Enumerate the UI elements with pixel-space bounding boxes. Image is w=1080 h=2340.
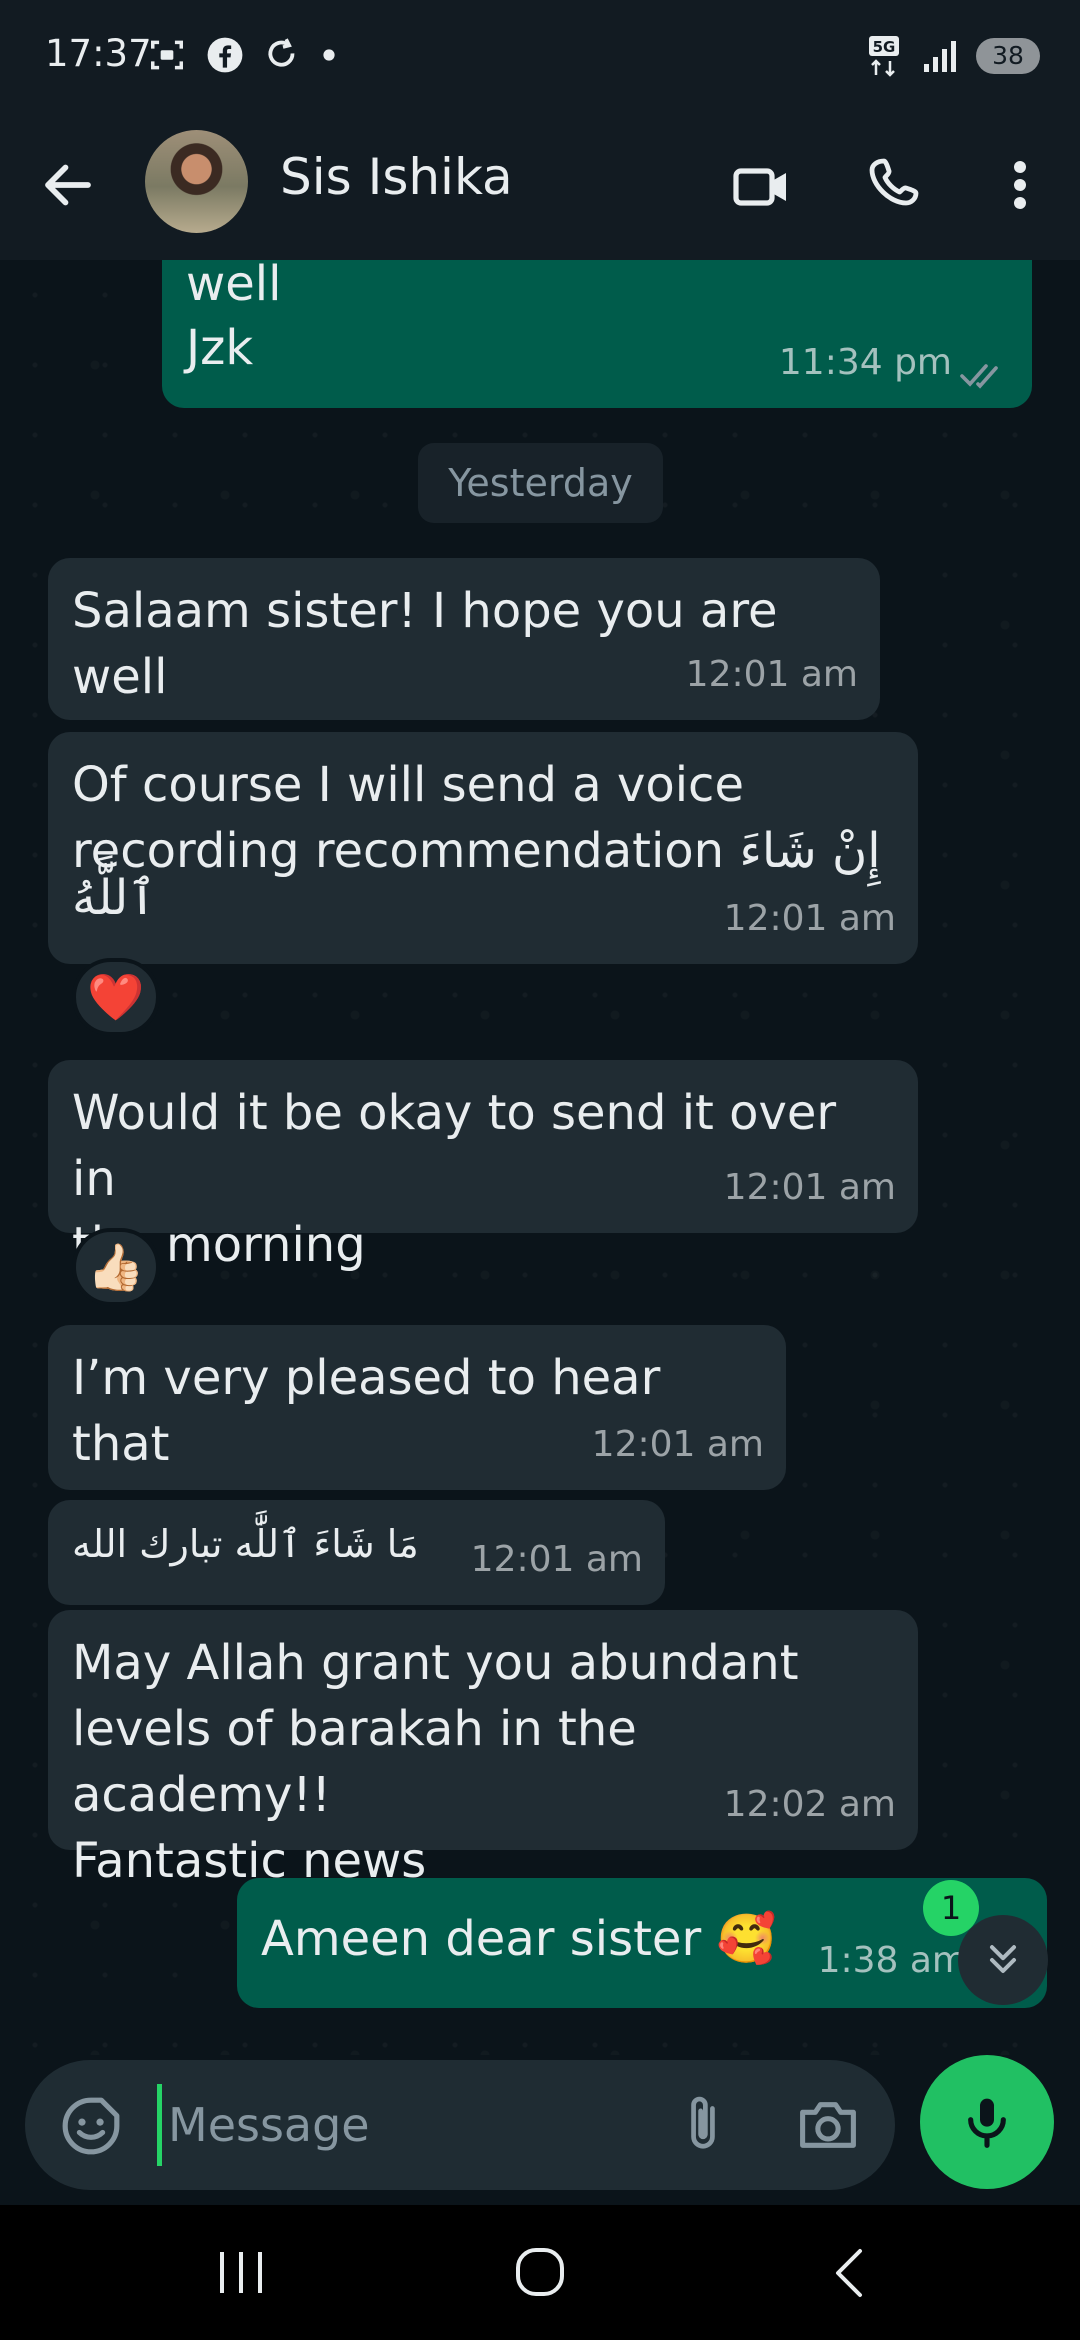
battery-indicator: 38: [976, 38, 1040, 74]
phone-icon: [869, 158, 919, 206]
double-check-icon: [960, 362, 1008, 390]
facebook-icon: [206, 36, 244, 74]
sync-icon: [264, 36, 302, 74]
date-divider: Yesterday: [418, 443, 663, 523]
more-vertical-icon: [1014, 161, 1026, 209]
message-input[interactable]: [157, 2084, 657, 2166]
double-chevron-down-icon: [989, 1945, 1017, 1974]
scroll-to-bottom-button[interactable]: [958, 1915, 1048, 2005]
signal-icon: [922, 38, 962, 74]
message-bubble-outgoing[interactable]: well Jzk 11:34 pm: [162, 260, 1032, 408]
recent-apps-icon: [220, 2252, 262, 2293]
contact-name[interactable]: Sis Ishika: [280, 148, 513, 206]
message-bubble-incoming[interactable]: Salaam sister! I hope you are well 12:01…: [48, 558, 880, 720]
video-call-icon: [733, 168, 786, 206]
chevron-left-icon: [836, 2249, 862, 2297]
message-time: 1:38 am: [817, 1940, 967, 1981]
voice-call-button[interactable]: [866, 153, 930, 217]
paperclip-icon: [691, 2096, 715, 2149]
message-time: 11:34 pm: [778, 342, 952, 383]
message-reaction[interactable]: 👍🏻: [72, 1228, 160, 1306]
message-text: well: [186, 260, 282, 312]
message-bubble-incoming[interactable]: I’m very pleased to hear that 12:01 am: [48, 1325, 786, 1490]
message-bubble-incoming[interactable]: مَا شَاءَ ٱللَّٰه تبارك الله 12:01 am: [48, 1500, 665, 1605]
emoji-icon: [62, 2097, 120, 2155]
system-icons: 5G 38: [868, 34, 1040, 78]
emoji-button[interactable]: [60, 2095, 122, 2157]
status-bar: 17:37 5G 38: [0, 0, 1080, 115]
system-back-button[interactable]: [830, 2247, 870, 2299]
voice-message-button[interactable]: [920, 2055, 1054, 2189]
chat-messages[interactable]: well Jzk 11:34 pm Yesterday Salaam siste…: [0, 260, 1080, 2055]
notification-icons: [148, 36, 336, 74]
mic-icon: [968, 2098, 1006, 2148]
system-navigation-bar: [0, 2205, 1080, 2340]
message-bubble-incoming[interactable]: Of course I will send a voice recording …: [48, 732, 918, 964]
home-button[interactable]: [515, 2247, 565, 2297]
more-options-button[interactable]: [1000, 153, 1040, 217]
message-time: 12:01 am: [723, 1167, 896, 1208]
svg-text:5G: 5G: [873, 38, 896, 56]
message-reaction[interactable]: ❤️: [72, 958, 160, 1036]
message-text: the morning: [72, 1217, 366, 1273]
message-time: 12:02 am: [723, 1784, 896, 1825]
camera-icon: [800, 2102, 856, 2148]
message-text: Of course I will send a voice: [72, 757, 744, 813]
dot-icon: [322, 48, 336, 62]
message-bubble-incoming[interactable]: May Allah grant you abundant levels of b…: [48, 1610, 918, 1889]
recent-apps-button[interactable]: [218, 2250, 264, 2295]
message-time: 12:01 am: [470, 1539, 643, 1580]
home-icon: [516, 2248, 564, 2296]
arrow-left-icon: [45, 164, 91, 206]
attach-button[interactable]: [673, 2092, 733, 2158]
message-text: recording recommendation إِنْ شَاءَ: [72, 823, 881, 879]
back-button[interactable]: [38, 155, 98, 215]
avatar[interactable]: [145, 130, 248, 233]
message-time: 12:01 am: [591, 1424, 764, 1465]
status-time: 17:37: [45, 32, 152, 75]
message-composer: [25, 2060, 895, 2190]
video-call-button[interactable]: [730, 155, 794, 219]
network-5g-icon: 5G: [868, 34, 908, 78]
message-time: 12:01 am: [685, 654, 858, 695]
message-text: May Allah grant you abundant: [72, 1635, 799, 1691]
chat-header: Sis Ishika: [0, 115, 1080, 260]
screenshot-icon: [148, 36, 186, 74]
message-bubble-incoming[interactable]: Would it be okay to send it over in the …: [48, 1060, 918, 1273]
camera-button[interactable]: [795, 2094, 861, 2156]
message-time: 12:01 am: [723, 898, 896, 939]
